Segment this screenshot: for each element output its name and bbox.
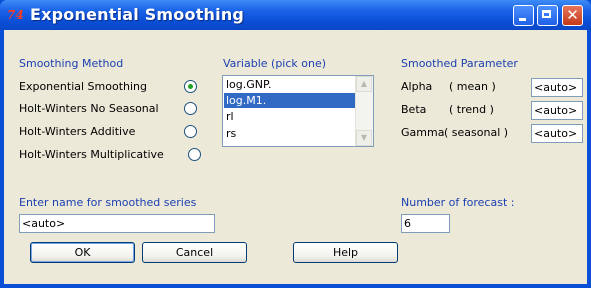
- dialog-client: Smoothing Method Exponential Smoothing H…: [4, 30, 587, 284]
- maximize-button[interactable]: [537, 5, 558, 26]
- radio-exponential-smoothing[interactable]: [184, 80, 197, 93]
- smoothing-method-header: Smoothing Method: [19, 57, 124, 70]
- cancel-button[interactable]: Cancel: [142, 242, 247, 263]
- list-item[interactable]: rl: [224, 109, 357, 124]
- ok-button[interactable]: OK: [30, 242, 135, 263]
- beta-description: ( trend ): [449, 103, 494, 116]
- title-bar[interactable]: 74 Exponential Smoothing ✕: [0, 0, 591, 30]
- scroll-down-arrow-icon[interactable]: ▼: [356, 130, 372, 146]
- minimize-button[interactable]: [513, 5, 534, 26]
- help-button[interactable]: Help: [293, 242, 398, 263]
- radio-selected-dot: [188, 84, 193, 89]
- method-label-holt-winters-additive: Holt-Winters Additive: [19, 125, 136, 138]
- list-item[interactable]: log.GNP.: [224, 77, 357, 92]
- beta-input[interactable]: <auto>: [531, 101, 583, 120]
- window-title: Exponential Smoothing: [30, 5, 245, 24]
- variable-listbox[interactable]: log.GNP. log.M1. rl rs ▲ ▼: [222, 75, 374, 147]
- list-item-selected[interactable]: log.M1.: [224, 93, 357, 108]
- radio-holt-winters-multiplicative[interactable]: [188, 148, 201, 161]
- beta-label: Beta: [401, 103, 427, 116]
- close-button[interactable]: ✕: [562, 5, 583, 26]
- alpha-description: ( mean ): [449, 80, 496, 93]
- dialog-window: 74 Exponential Smoothing ✕ Smoothing Met…: [0, 0, 591, 288]
- series-name-label: Enter name for smoothed series: [19, 196, 197, 209]
- method-label-exponential: Exponential Smoothing: [19, 80, 147, 93]
- alpha-input[interactable]: <auto>: [531, 78, 583, 97]
- method-label-holt-winters-no-seasonal: Holt-Winters No Seasonal: [19, 102, 159, 115]
- forecast-label: Number of forecast :: [401, 196, 515, 209]
- list-item[interactable]: rs: [224, 126, 357, 141]
- method-label-holt-winters-multiplicative: Holt-Winters Multiplicative: [19, 148, 164, 161]
- radio-holt-winters-additive[interactable]: [184, 125, 197, 138]
- gamma-label: Gamma: [401, 126, 445, 139]
- listbox-scrollbar[interactable]: ▲ ▼: [355, 76, 373, 146]
- scroll-up-arrow-icon[interactable]: ▲: [356, 76, 372, 92]
- variable-header: Variable (pick one): [223, 57, 327, 70]
- alpha-label: Alpha: [401, 80, 433, 93]
- app-icon: 74: [7, 8, 24, 22]
- series-name-input[interactable]: <auto>: [19, 214, 215, 233]
- forecast-input[interactable]: 6: [401, 214, 450, 233]
- close-icon: ✕: [566, 6, 579, 24]
- radio-holt-winters-no-seasonal[interactable]: [184, 102, 197, 115]
- gamma-description: ( seasonal ): [444, 126, 509, 139]
- smoothed-parameter-header: Smoothed Parameter: [401, 57, 518, 70]
- gamma-input[interactable]: <auto>: [531, 124, 583, 143]
